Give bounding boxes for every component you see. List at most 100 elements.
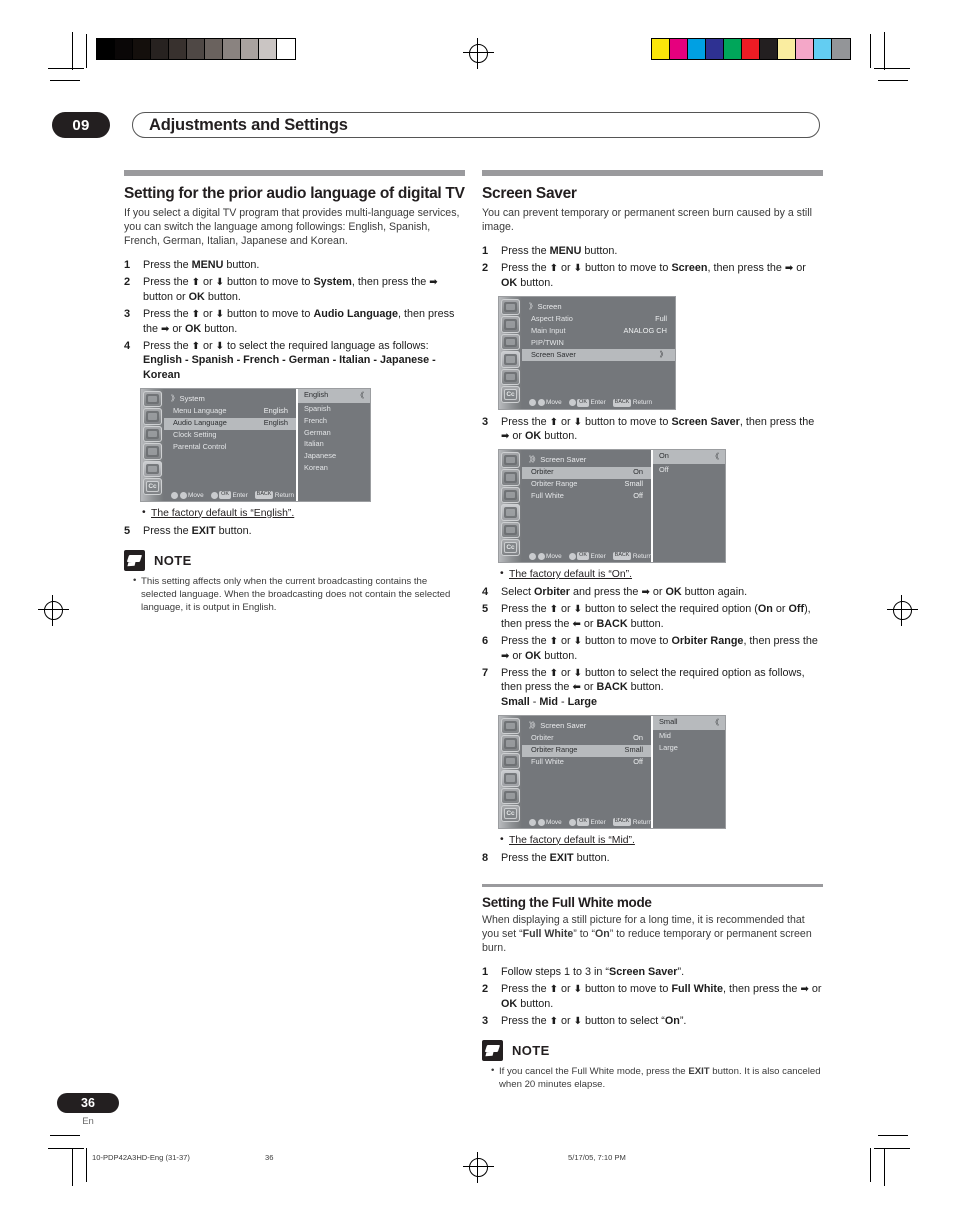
osd-row-value: English [263,418,288,428]
osd-menu-row[interactable]: Main Input ANALOG CH [522,325,675,337]
selection-marker-icon: 《 [711,452,719,462]
antenna-icon [501,298,520,316]
osd-row-label: Menu Language [173,406,227,416]
antenna-icon [501,451,520,469]
crop-mark-bottom-right-h [874,1148,910,1150]
calibration-swatch [259,39,277,59]
selection-marker-icon: 《 [711,718,719,728]
calibration-swatch [670,39,688,59]
osd-menu-row[interactable]: Parental Control [164,442,296,454]
crop-mark-bottom-left-v [72,1148,74,1186]
osd-menu-row[interactable]: Orbiter Range Small [522,744,651,757]
osd-option-label: Spanish [304,403,331,413]
step-text: Press the ⬆ or ⬇ to select the required … [143,339,436,382]
calibration-swatch [706,39,724,59]
step-text: Press the ⬆ or ⬇ button to move to Full … [501,983,822,1010]
note-title-left: NOTE [154,552,192,568]
osd-submenu-option[interactable]: Large [653,741,725,753]
color-calibration-bar [651,38,851,60]
note-item: This setting affects only when the curre… [133,574,465,615]
osd-submenu-option[interactable]: Italian [298,438,370,450]
osd-row-label: Aspect Ratio [531,314,573,324]
section-intro-full-white: When displaying a still picture for a lo… [482,914,812,955]
closed-caption-icon: Cc [501,539,520,556]
step-item: 5 Press the ⬆ or ⬇ button to select the r… [482,602,823,631]
calibration-swatch [241,39,259,59]
section-title-full-white: Setting the Full White mode [482,894,652,910]
step-item: 3 Press the ⬆ or ⬇ button to move to Audi… [124,307,465,336]
picture-icon [501,469,520,486]
osd-row-value: On [633,467,643,477]
step-item: 4 Press the ⬆ or ⬇ to select the required… [124,339,465,383]
step-number: 3 [124,307,131,320]
step-number: 1 [124,258,131,271]
crop-mark-top-right-h2 [878,80,908,82]
osd-submenu-option[interactable]: On 《 [653,449,725,464]
sound-icon [501,752,520,770]
default-note-on: The factory default is “On”. [482,567,823,582]
crop-mark-top-left-v2 [86,34,88,68]
osd-option-label: French [304,415,328,425]
osd-title-screen-saver-range: 》》 Screen Saver [529,720,587,730]
calibration-swatch [652,39,670,59]
osd-submenu-option[interactable]: German [298,426,370,438]
steps-list-screen-saver-4-7: 4 Select Orbiter and press the ➡ or OK bu… [482,585,823,710]
osd-menu-row[interactable]: Full White Off [522,491,651,503]
step-3-screen-saver: 3 Press the ⬆ or ⬇ button to move to Scre… [482,415,815,443]
chapter-number-text: 09 [72,116,90,134]
osd-menu-row[interactable]: Menu Language English [164,406,296,418]
section-rule-full-white [482,883,823,887]
selection-marker-icon: 《 [356,391,364,401]
step-item: 1 Press the MENU button. [482,244,823,259]
osd-submenu-option[interactable]: Korean [298,461,370,473]
osd-submenu-option[interactable]: Off [653,464,725,476]
osd-submenu-option[interactable]: Japanese [298,450,370,462]
osd-footer-screen-saver-orbiter: Move OK Enter BACK Return [522,552,652,560]
osd-submenu-option[interactable]: English 《 [298,388,370,403]
osd-submenu-option[interactable]: French [298,414,370,426]
steps-list-full-white: 1 Follow steps 1 to 3 in “Screen Saver”. 2… [482,965,823,1029]
calibration-swatch [778,39,796,59]
osd-menu-row[interactable]: PIP/TWIN [522,337,675,349]
osd-menu-row[interactable]: Aspect Ratio Full [522,314,675,326]
step-text: Select Orbiter and press the ➡ or OK but… [501,585,748,598]
osd-menu-row[interactable]: Audio Language English [164,417,296,430]
step-number: 4 [482,585,489,598]
note-item: If you cancel the Full White mode, press… [491,1064,823,1091]
osd-submenu-orbiter-range-options: Small 《 Mid Large [651,715,725,828]
screen-icon [501,351,520,368]
step-text: Press the ⬆ or ⬇ button to move to Scree… [501,262,806,289]
osd-menu-row[interactable]: Clock Setting [164,430,296,442]
step-item: 1 Follow steps 1 to 3 in “Screen Saver”. [482,965,823,980]
osd-row-value: English [263,406,288,416]
osd-submenu-language-list: English 《 Spanish French German Italian Japane… [296,388,370,501]
osd-screenshot-screen: Cc 》 Screen Aspect Ratio Full Main Input ANA… [499,296,675,409]
osd-submenu-option[interactable]: Small 《 [653,715,725,730]
step-item: 3 Press the ⬆ or ⬇ button to select “On”. [482,1014,823,1029]
chapter-title-pill: Adjustments and Settings [132,112,820,138]
step-number: 1 [482,245,489,258]
section-intro-screen-saver: You can prevent temporary or permanent s… [482,207,812,234]
step-number: 4 [124,339,131,352]
imprint-filename: 10-PDP42A3HD-Eng (31-37) [92,1153,190,1162]
osd-menu-row[interactable]: Orbiter On [522,466,651,479]
screen-icon [501,770,520,787]
calibration-swatch [688,39,706,59]
osd-menu-row[interactable]: Screen Saver 》 [522,349,675,362]
osd-menu-row[interactable]: Full White Off [522,757,651,769]
crop-mark-top-right-v2 [870,34,872,68]
crop-mark-bottom-right-v [884,1148,886,1186]
osd-submenu-option[interactable]: Spanish [298,403,370,415]
step-text: Press the ⬆ or ⬇ button to select “On”. [501,1015,687,1028]
calibration-swatch [97,39,115,59]
osd-menu-row[interactable]: Orbiter On [522,733,651,745]
osd-icon-sidebar: Cc [141,388,164,501]
osd-menu-row[interactable]: Orbiter Range Small [522,479,651,491]
osd-row-value: On [633,733,643,743]
crop-mark-top-left-h2 [50,80,80,82]
imprint-timestamp: 5/17/05, 7:10 PM [568,1153,626,1162]
osd-row-value: ANALOG CH [623,326,667,336]
osd-submenu-option[interactable]: Mid [653,730,725,742]
note-header-right: NOTE [482,1039,823,1061]
osd-row-label: Clock Setting [173,430,217,440]
